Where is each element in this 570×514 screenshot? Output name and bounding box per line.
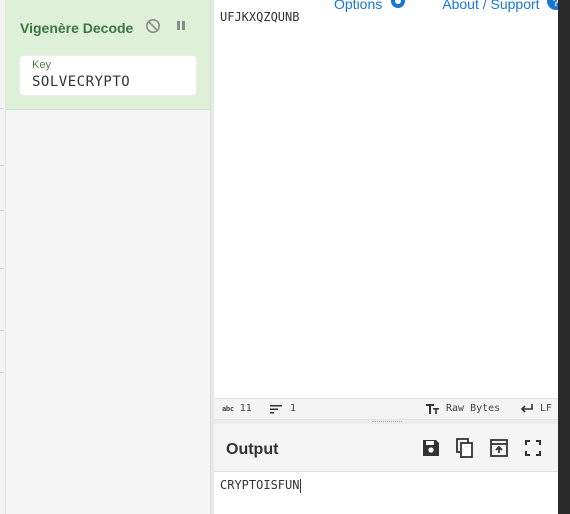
recipe-pane: Vigenère Decode Key SOLVECRYPTO (6, 0, 211, 514)
disable-icon[interactable] (145, 18, 161, 34)
length-stat: abc 11 (222, 403, 252, 414)
input-pane[interactable]: Options About / Support ? UFJKXQZQUNB (214, 0, 565, 398)
output-pane[interactable]: CRYPTOISFUN (214, 472, 558, 514)
eol-label: LF (540, 403, 553, 414)
copy-icon[interactable] (454, 437, 476, 459)
output-text: CRYPTOISFUN (220, 478, 300, 492)
options-link[interactable]: Options (334, 0, 382, 12)
output-title: Output (226, 441, 279, 458)
text-cursor (300, 478, 302, 493)
key-label: Key (32, 59, 51, 71)
operation-controls (145, 18, 189, 34)
input-text[interactable]: UFJKXQZQUNB (220, 10, 299, 24)
gear-icon[interactable] (386, 0, 412, 15)
lines-icon (270, 404, 282, 413)
output-toolbar (420, 437, 544, 459)
encoding-stat[interactable]: Raw Bytes (426, 403, 500, 414)
return-icon (520, 403, 533, 413)
eol-stat[interactable]: LF (520, 403, 552, 414)
operation-title: Vigenère Decode (20, 20, 134, 36)
top-links: Options About / Support ? (334, 0, 570, 15)
about-support-link[interactable]: About / Support (442, 0, 539, 12)
lines-value: 1 (290, 403, 297, 414)
replace-input-icon[interactable] (488, 437, 510, 459)
window-edge (558, 0, 570, 514)
text-size-icon (426, 403, 439, 414)
save-icon[interactable] (420, 437, 442, 459)
output-text-wrap[interactable]: CRYPTOISFUN (220, 478, 302, 493)
pause-icon[interactable] (173, 18, 189, 34)
cyberchef-window: Vigenère Decode Key SOLVECRYPTO Options (0, 0, 570, 514)
input-status-bar: abc 11 1 Raw Bytes LF (214, 398, 558, 420)
length-value: 11 (239, 403, 252, 414)
fullscreen-icon[interactable] (522, 437, 544, 459)
length-icon: abc (222, 404, 234, 413)
encoding-label: Raw Bytes (446, 403, 501, 414)
lines-stat: 1 (270, 403, 296, 414)
vigenere-decode-operation[interactable]: Vigenère Decode Key SOLVECRYPTO (6, 0, 210, 110)
output-header: Output (214, 424, 558, 472)
key-input[interactable]: SOLVECRYPTO (32, 74, 130, 90)
key-field[interactable]: Key SOLVECRYPTO (20, 56, 196, 95)
